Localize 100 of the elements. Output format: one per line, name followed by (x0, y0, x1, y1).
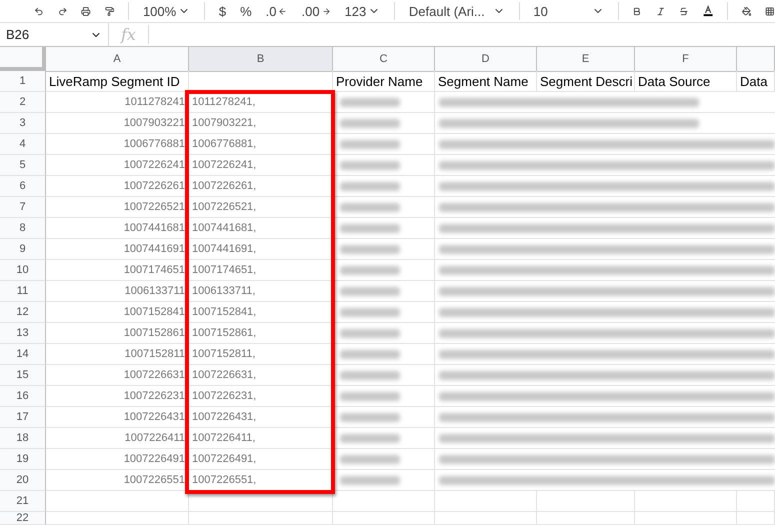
table-cell: 1007152861 (46, 323, 189, 344)
formula-label: fx (109, 25, 149, 44)
table-cell: 1007226431, (189, 407, 333, 428)
table-cell: Data (737, 71, 775, 92)
table-cell: 1007226521, (189, 197, 333, 218)
table-cell: 1007226241 (46, 155, 189, 176)
row-header[interactable]: 10 (0, 260, 46, 281)
row-header[interactable]: 13 (0, 323, 46, 344)
row-header[interactable]: 17 (0, 407, 46, 428)
table-cell: 1007152811, (189, 344, 333, 365)
row-header[interactable]: 20 (0, 470, 46, 491)
table-cell: 1007441681 (46, 218, 189, 239)
table-cell: 1007226261 (46, 176, 189, 197)
row-header[interactable]: 8 (0, 218, 46, 239)
table-cell: 1011278241 (46, 92, 189, 113)
blurred-text-drawing (340, 202, 400, 212)
row-header[interactable]: 22 (0, 512, 46, 525)
table-cell: 1007226411, (189, 428, 333, 449)
table-cell: 1006133711 (46, 281, 189, 302)
table-cell: 1007226491, (189, 449, 333, 470)
currency-format-button[interactable]: $ (218, 4, 226, 18)
blurred-text-drawing (340, 286, 400, 296)
table-cell: 1007152841, (189, 302, 333, 323)
table-cell: 1007226551 (46, 470, 189, 491)
table-cell: 1007903221, (189, 113, 333, 134)
column-header[interactable]: F (635, 47, 737, 72)
table-cell: 1007226241, (189, 155, 333, 176)
blurred-text-drawing (340, 412, 400, 422)
table-cell: 1007226411 (46, 428, 189, 449)
increase-decimals-button[interactable]: .00 (301, 4, 331, 18)
blurred-text-drawing (340, 98, 400, 106)
table-cell: 1007226631, (189, 365, 333, 386)
table-cell: 1007174651, (189, 260, 333, 281)
table-cell: 1007226231 (46, 386, 189, 407)
table-cell: 1006133711, (189, 281, 333, 302)
blurred-text-drawing (340, 454, 400, 464)
blurred-text-drawing (340, 370, 400, 380)
font-dropdown[interactable]: Default (Ari... (408, 4, 505, 18)
row-header[interactable]: 4 (0, 134, 46, 155)
column-header[interactable]: B (189, 47, 333, 72)
blurred-text-drawing (340, 476, 400, 484)
blurred-text-drawing (340, 118, 400, 128)
table-cell: 1007226631 (46, 365, 189, 386)
table-cell: 1007903221 (46, 113, 189, 134)
row-header[interactable]: 9 (0, 239, 46, 260)
column-header[interactable]: D (435, 47, 537, 72)
font-size-dropdown[interactable]: 10 (533, 4, 604, 18)
table-cell: 1007152861, (189, 323, 333, 344)
table-cell: 1007441681, (189, 218, 333, 239)
row-header[interactable]: 12 (0, 302, 46, 323)
table-cell: 1007441691 (46, 239, 189, 260)
blurred-text-drawing (340, 182, 400, 190)
arrow-left-icon (278, 6, 288, 16)
table-cell: 1007152841 (46, 302, 189, 323)
table-cell: 1011278241, (189, 92, 333, 113)
blurred-text-drawing (340, 160, 400, 170)
row-header[interactable]: 6 (0, 176, 46, 197)
row-header[interactable]: 21 (0, 491, 46, 512)
row-header[interactable]: 11 (0, 281, 46, 302)
row-header[interactable]: 3 (0, 113, 46, 134)
table-cell: Segment Descri (537, 71, 635, 92)
table-cell: 1007226231, (189, 386, 333, 407)
empty-cell (737, 512, 775, 525)
blurred-text-drawing (340, 392, 400, 400)
table-cell: 1007174651 (46, 260, 189, 281)
row-header[interactable]: 7 (0, 197, 46, 218)
table-cell: 1007226521 (46, 197, 189, 218)
blurred-text-drawing (340, 434, 400, 442)
table-cell: 1007152811 (46, 344, 189, 365)
row-header[interactable]: 1 (0, 71, 46, 92)
table-cell: 1006776881 (46, 134, 189, 155)
blurred-text-drawing (340, 266, 400, 274)
table-cell: 1007226491 (46, 449, 189, 470)
table-cell: 1007226551, (189, 470, 333, 491)
row-header[interactable]: 19 (0, 449, 46, 470)
row-header[interactable]: 2 (0, 92, 46, 113)
table-cell: Segment Name (435, 71, 537, 92)
column-header[interactable]: E (537, 47, 635, 72)
blurred-text-drawing (340, 308, 400, 316)
percent-format-button[interactable]: % (240, 4, 252, 18)
table-cell: 1007226431 (46, 407, 189, 428)
table-cell: 1006776881, (189, 134, 333, 155)
row-header[interactable]: 15 (0, 365, 46, 386)
number-format-dropdown[interactable]: 123 (344, 4, 380, 18)
decrease-decimals-button[interactable]: .0 (266, 4, 288, 18)
blurred-text-drawing (340, 350, 400, 358)
column-header[interactable]: A (46, 47, 189, 72)
blurred-text-drawing (340, 328, 400, 338)
name-box[interactable]: B26 (0, 23, 109, 46)
row-header[interactable]: 18 (0, 428, 46, 449)
table-cell: 1007441691, (189, 239, 333, 260)
row-header[interactable]: 16 (0, 386, 46, 407)
row-header[interactable]: 14 (0, 344, 46, 365)
column-header[interactable]: C (333, 47, 435, 72)
blurred-text-drawing (340, 224, 400, 232)
table-cell: 1007226261, (189, 176, 333, 197)
table-cell: Provider Name (333, 71, 435, 92)
table-cell: LiveRamp Segment ID (46, 71, 189, 92)
row-header[interactable]: 5 (0, 155, 46, 176)
zoom-dropdown[interactable]: 100% (142, 4, 190, 18)
